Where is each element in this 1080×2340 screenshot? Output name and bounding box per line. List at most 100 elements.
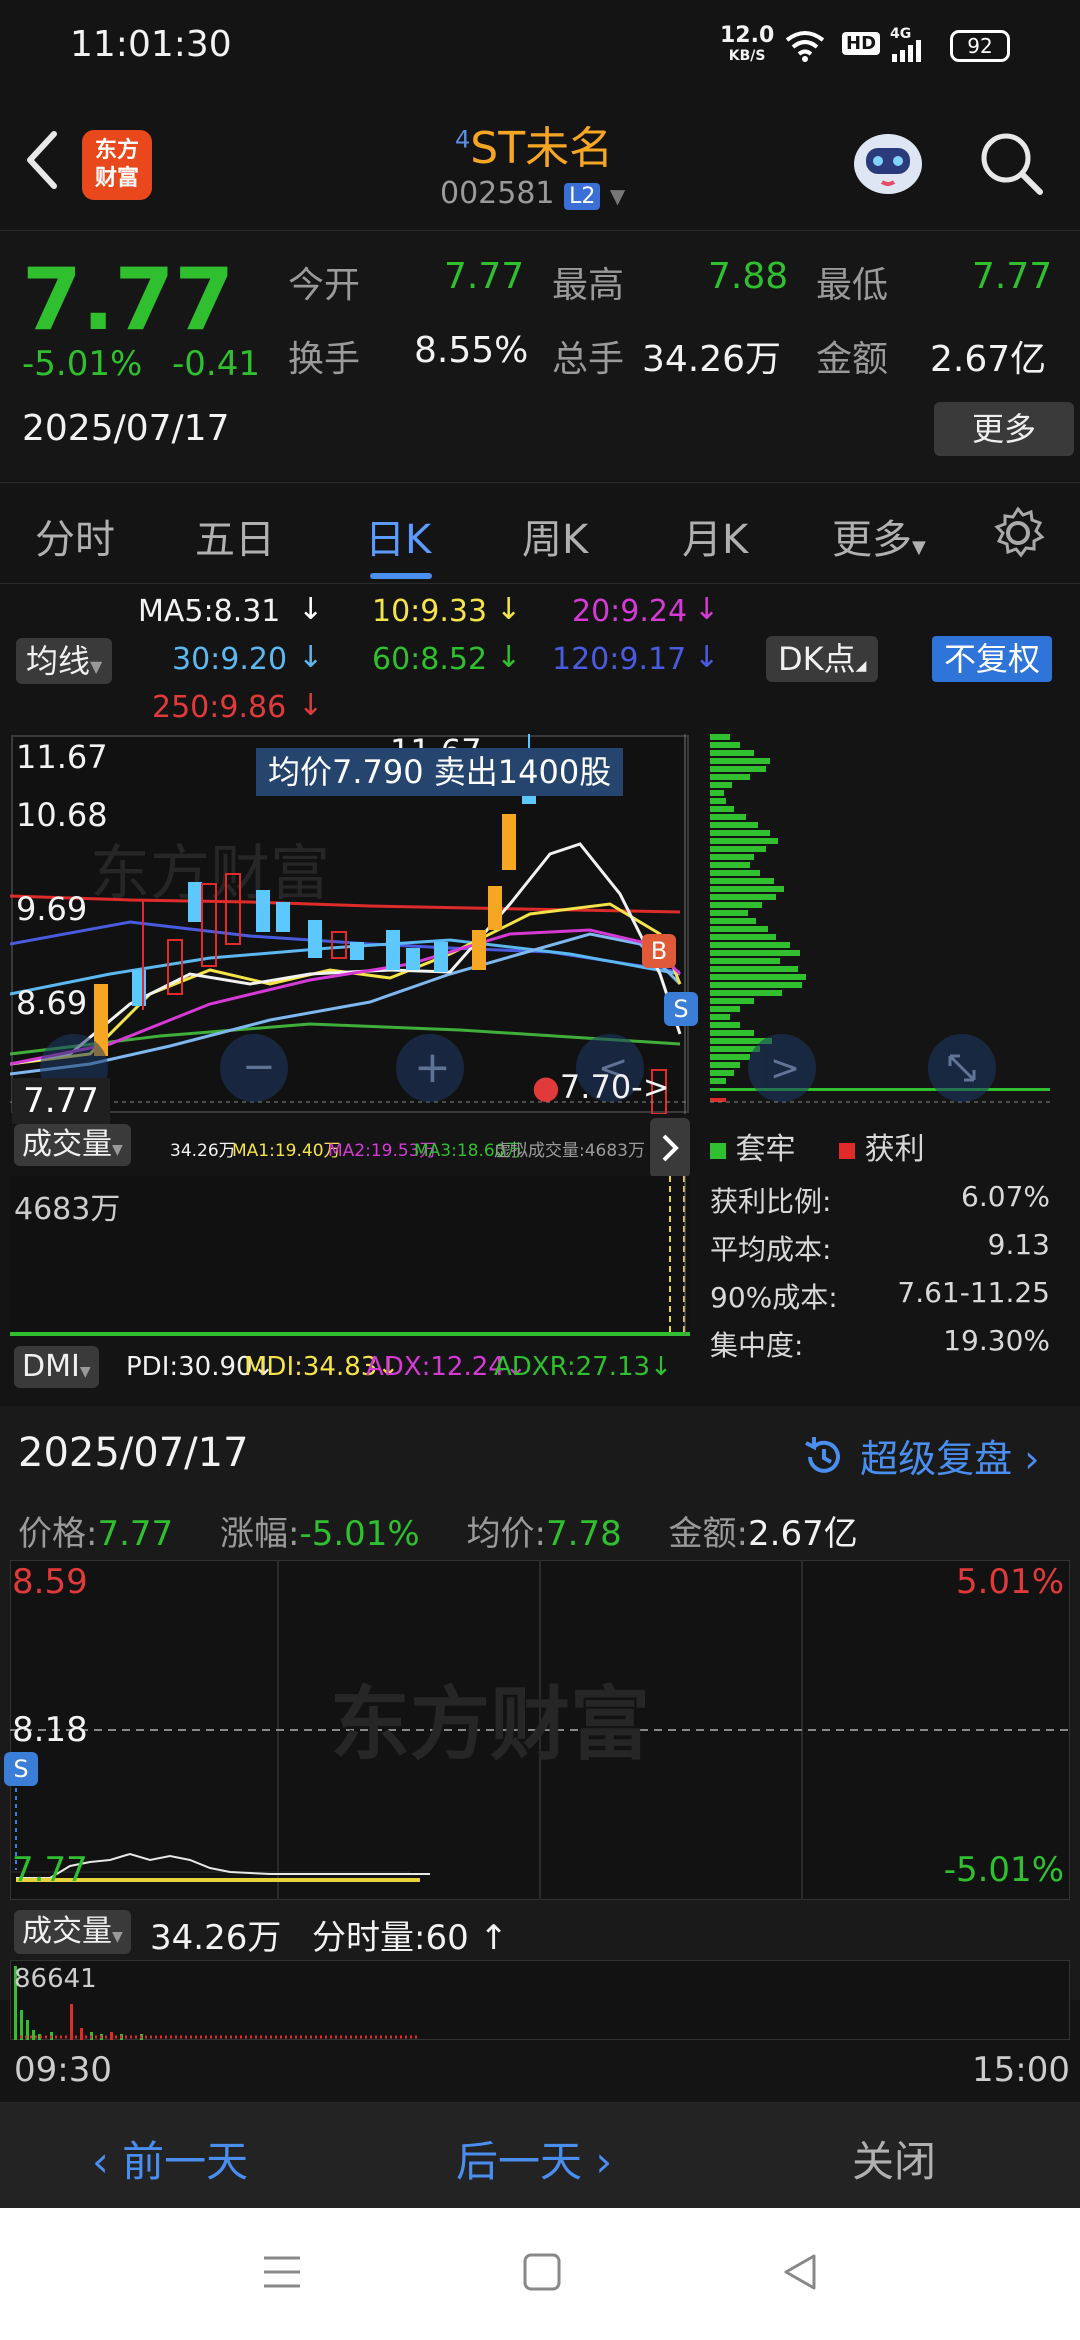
replay-section: 2025/07/17 超级复盘 › 价格:7.77 涨幅:-5.01% 均价:7… <box>0 1406 1080 2000</box>
ma10-arrow-icon: ↓ <box>496 592 522 627</box>
intraday-top-pct: 5.01% <box>955 1562 1064 1602</box>
day-navigation-bar: ‹ 前一天 后一天 › 关闭 <box>0 2102 1080 2208</box>
header: 东方 财富 4ST未名 002581 L2 ▼ <box>0 100 1080 231</box>
more-button[interactable]: 更多 <box>934 402 1074 456</box>
ma20-value: 20:9.24 <box>572 594 688 629</box>
stock-title: 4ST未名 <box>455 123 614 174</box>
ma30-value: 30:9.20 <box>172 642 288 677</box>
sell-badge: S <box>4 1752 38 1786</box>
home-icon[interactable] <box>522 2252 562 2296</box>
y-axis-8.69: 8.69 <box>16 984 88 1022</box>
ma-selector[interactable]: 均线▼ <box>16 638 113 684</box>
tab-daily-k[interactable]: 日K <box>365 507 431 565</box>
y-axis-10.68: 10.68 <box>16 796 108 834</box>
dk-point-button[interactable]: DK点◢ <box>766 636 879 682</box>
period-tabs: 分时 五日 日K 周K 月K 更多▼ <box>0 482 1080 584</box>
back-icon[interactable] <box>22 130 62 194</box>
status-time: 11:01:30 <box>70 24 232 65</box>
ma120-value: 120:9.17 <box>552 642 687 677</box>
replay-date: 2025/07/17 <box>18 1430 249 1476</box>
time-start: 09:30 <box>14 2050 112 2090</box>
expand-panel-button[interactable] <box>650 1118 690 1178</box>
ma250-arrow-icon: ↓ <box>298 688 324 723</box>
stock-code: 002581 L2 ▼ <box>440 176 626 211</box>
dmi-selector[interactable]: DMI▼ <box>14 1346 99 1388</box>
time-end: 15:00 <box>972 2050 1070 2090</box>
tab-five-day[interactable]: 五日 <box>195 507 275 565</box>
hd-icon: HD <box>842 32 881 55</box>
intraday-bottom-pct: -5.01% <box>943 1850 1064 1890</box>
intraday-volume-value: 34.26万 <box>150 1918 282 1958</box>
intraday-volume-chart[interactable]: 86641 <box>9 1959 1071 2041</box>
replay-stats: 价格:7.77 涨幅:-5.01% 均价:7.78 金额:2.67亿 <box>18 1514 858 1554</box>
no-adjust-button[interactable]: 不复权 <box>932 636 1053 682</box>
history-clock-icon <box>800 1433 848 1490</box>
search-icon[interactable] <box>978 130 1044 200</box>
tab-monthly-k[interactable]: 月K <box>682 507 748 565</box>
dmi-adxr: ADXR:27.13↓ <box>494 1352 672 1382</box>
tab-more[interactable]: 更多▼ <box>832 507 926 565</box>
last-price: 7.77 <box>22 250 235 350</box>
open-label: 今开 <box>288 265 361 306</box>
sell-badge: S <box>664 992 698 1026</box>
open-value: 7.77 <box>444 256 525 297</box>
watermark: 东方财富 <box>330 1678 650 1771</box>
app-logo: 东方 财富 <box>82 130 152 200</box>
volume-y-max: 4683万 <box>14 1192 121 1227</box>
volume-value: 34.26万 <box>642 339 782 380</box>
low-value: 7.77 <box>972 256 1053 297</box>
kline-chart[interactable]: 东方财富 − + < 11.67 10.68 9.69 8.69 均价7.790… <box>9 732 698 1124</box>
super-replay-link[interactable]: 超级复盘 › <box>800 1428 1039 1490</box>
intraday-bottom-price: 7.77 <box>12 1850 88 1890</box>
tab-weekly-k[interactable]: 周K <box>522 507 588 565</box>
battery-icon: 92 <box>950 30 1010 62</box>
next-day-button[interactable]: 后一天 › <box>456 2128 612 2189</box>
close-button[interactable]: 关闭 <box>852 2128 936 2189</box>
turnover-value: 8.55% <box>414 330 529 371</box>
intraday-chart[interactable]: 东方财富 8.59 5.01% 8.18 7.77 -5.01% S <box>4 1559 1071 1901</box>
intraday-volume-header: 成交量▼ 34.26万 分时量:60 ↑ <box>10 1910 1070 1958</box>
high-label: 最高 <box>552 265 625 306</box>
trade-tooltip: 均价7.790 卖出1400股 <box>256 748 624 796</box>
chevron-down-icon[interactable]: ▼ <box>610 184 625 208</box>
low-label: 最低 <box>816 265 889 306</box>
menu-icon[interactable] <box>262 2252 302 2296</box>
intraday-volume-selector[interactable]: 成交量▼ <box>14 1910 131 1954</box>
ma5-value: MA5:8.31 <box>138 594 281 629</box>
chevron-left-icon: ‹ <box>92 2137 123 2186</box>
y-axis-11.67: 11.67 <box>16 738 108 776</box>
cost-marker: ●7.70-> <box>532 1068 670 1106</box>
volume-indicator-header: 成交量▼ 34.26万 MA1:19.40万 MA2:19.53万 MA3:18… <box>10 1124 690 1168</box>
chip-stat-row: 平均成本: 9.13 <box>710 1228 1050 1266</box>
svg-text:−: − <box>242 1044 276 1090</box>
net-speed: 12.0 KB/S <box>720 23 775 65</box>
chevron-right-icon: › <box>582 2137 613 2186</box>
back-nav-icon[interactable] <box>780 2252 820 2296</box>
buy-badge: B <box>642 934 676 968</box>
caret-down-icon: ▼ <box>912 537 926 558</box>
amount-value: 2.67亿 <box>930 339 1047 380</box>
dmi-indicator-header: DMI▼ PDI:30.90↓ MDI:34.83↓ ADX:12.24↓ AD… <box>10 1346 690 1390</box>
intraday-volume-y-max: 86641 <box>14 1964 97 1994</box>
profit-swatch <box>839 1143 856 1159</box>
volume-value: 34.26万 <box>170 1141 236 1161</box>
quote-panel: 7.77 -5.01% -0.41 2025/07/17 今开 7.77 最高 … <box>0 232 1080 480</box>
change-value: -0.41 <box>172 344 260 384</box>
chip-stat-row: 90%成本: 7.61-11.25 <box>710 1276 1050 1314</box>
high-value: 7.88 <box>708 256 789 297</box>
tab-intraday[interactable]: 分时 <box>35 507 115 565</box>
per-minute-volume: 分时量:60 ↑ <box>312 1918 509 1958</box>
y-axis-9.69: 9.69 <box>16 890 88 928</box>
robot-assistant-icon[interactable] <box>848 124 928 208</box>
volume-chart[interactable]: 4683万 <box>10 1176 690 1336</box>
status-bar: 11:01:30 12.0 KB/S HD 4G 92 <box>0 0 1080 100</box>
system-navigation-bar <box>0 2208 1080 2340</box>
wifi-icon <box>785 30 825 66</box>
chip-distribution-chart[interactable]: > <box>710 734 1050 1114</box>
chip-legend: 套牢 获利 <box>710 1124 1060 1167</box>
ma-legend: MA5:8.31 ↓ 10:9.33 ↓ 20:9.24 ↓ 均线▼ 30:9.… <box>0 586 1080 726</box>
settings-gear-icon[interactable] <box>990 505 1046 565</box>
previous-day-button[interactable]: ‹ 前一天 <box>92 2128 248 2189</box>
volume-selector[interactable]: 成交量▼ <box>14 1124 131 1166</box>
change-percent: -5.01% <box>22 344 143 384</box>
